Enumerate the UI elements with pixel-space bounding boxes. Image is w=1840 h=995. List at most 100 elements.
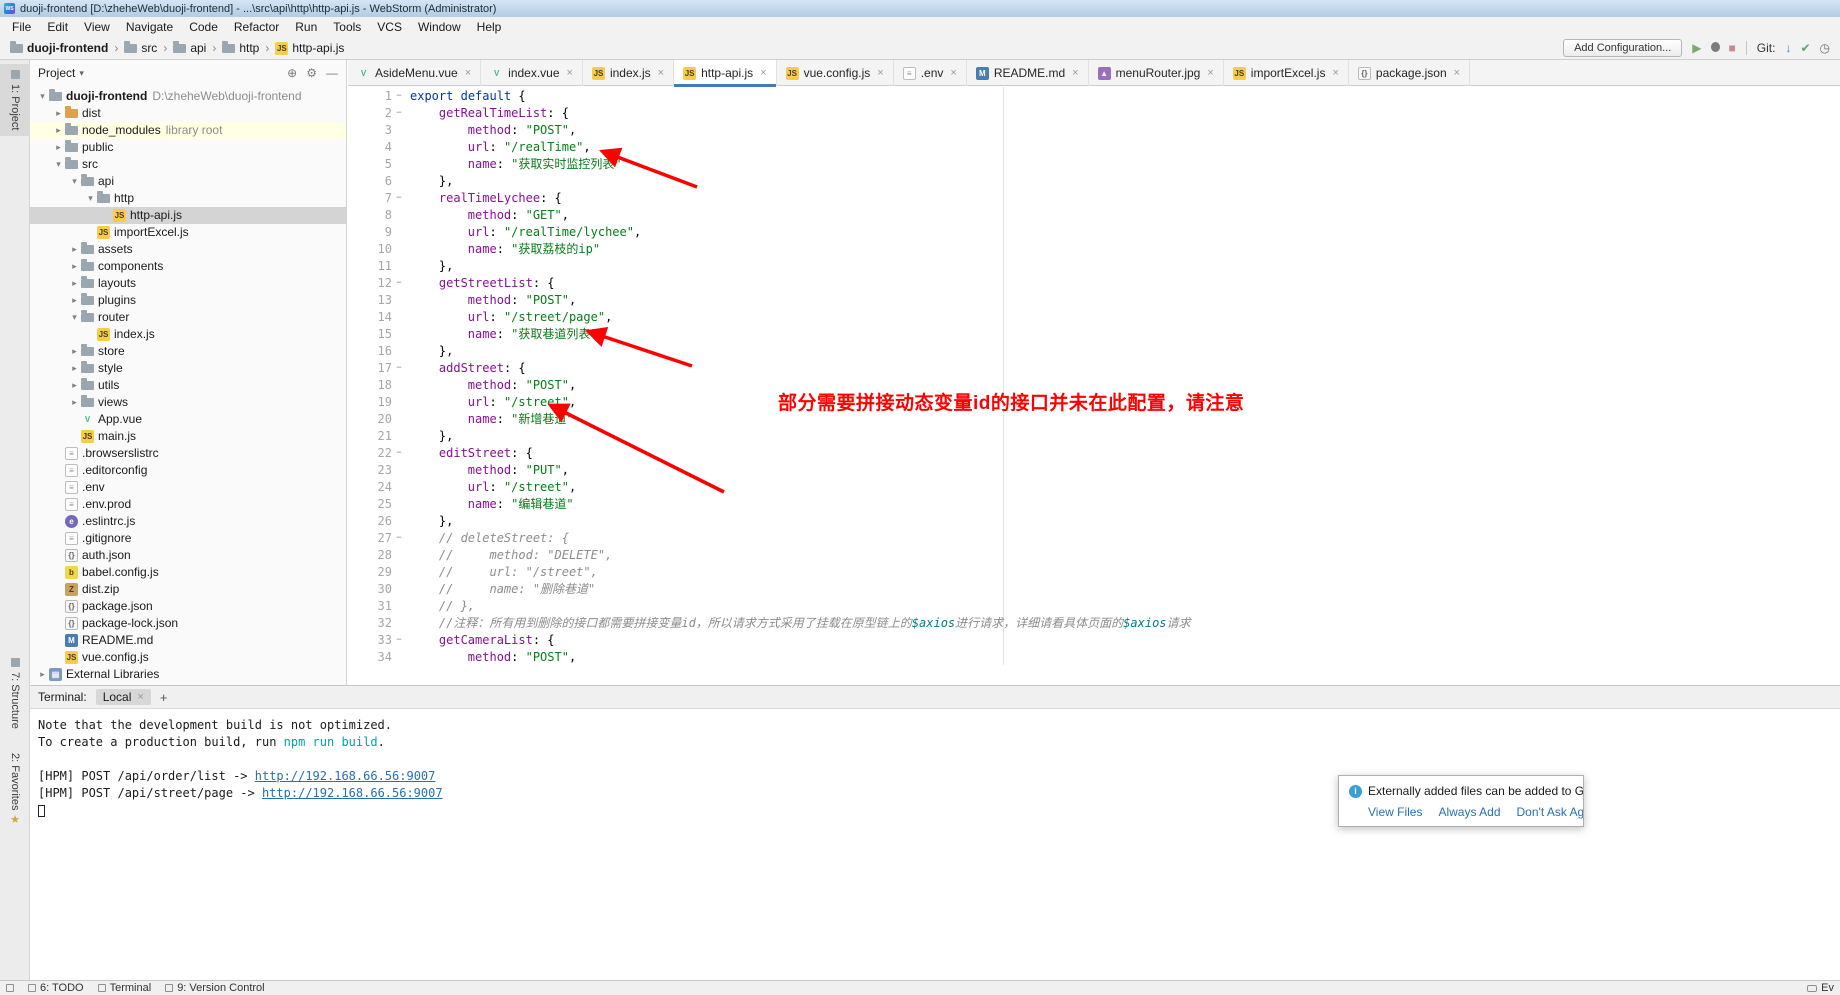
toolwindow-switcher-icon[interactable] [6,984,14,992]
close-tab-icon[interactable]: × [1207,67,1213,79]
menu-item-tools[interactable]: Tools [325,17,369,37]
tree-item-external-libraries[interactable]: ▸▤External Libraries [30,666,346,683]
close-tab-icon[interactable]: × [1072,67,1078,79]
chevron-collapsed-icon[interactable]: ▸ [68,275,81,292]
project-panel-title[interactable]: Project [38,66,75,80]
fold-marker-icon[interactable]: − [392,445,406,462]
breadcrumb-item-api[interactable]: api [173,41,206,55]
toolwindow-button-2-favorites[interactable]: 2: Favorites★ [0,747,30,832]
close-tab-icon[interactable]: × [1332,67,1338,79]
tree-item-assets[interactable]: ▸assets [30,241,346,258]
menu-item-file[interactable]: File [4,17,39,37]
tree-item-public[interactable]: ▸public [30,139,346,156]
chevron-expanded-icon[interactable]: ▾ [68,309,81,326]
chevron-down-icon[interactable]: ▾ [79,68,84,79]
chevron-collapsed-icon[interactable]: ▸ [68,394,81,411]
chevron-collapsed-icon[interactable]: ▸ [52,105,65,122]
history-button[interactable]: ◷ [1820,41,1830,55]
close-tab-icon[interactable]: × [1454,67,1460,79]
tree-item-components[interactable]: ▸components [30,258,346,275]
locate-icon[interactable]: ⊕ [287,66,297,80]
close-terminal-tab-icon[interactable]: × [137,691,143,703]
close-tab-icon[interactable]: × [658,67,664,79]
tab-asidemenu-vue[interactable]: VAsideMenu.vue× [348,60,481,86]
menu-item-code[interactable]: Code [181,17,226,37]
tab-package-json[interactable]: {}package.json× [1349,60,1470,86]
tree-item-http[interactable]: ▾http [30,190,346,207]
tree-item-env-prod[interactable]: ≡.env.prod [30,496,346,513]
tree-item-views[interactable]: ▸views [30,394,346,411]
tree-item-package-json[interactable]: {}package.json [30,598,346,615]
new-terminal-icon[interactable]: + [160,690,168,705]
event-log-button[interactable]: Ev [1807,982,1834,994]
chevron-collapsed-icon[interactable]: ▸ [68,377,81,394]
title-bar[interactable]: WS duoji-frontend [D:\zheheWeb\duoji-fro… [0,0,1840,17]
toolwindow-button-1-project[interactable]: 1: Project [0,64,30,136]
tree-item-store[interactable]: ▸store [30,343,346,360]
close-tab-icon[interactable]: × [465,67,471,79]
fold-marker-icon[interactable]: − [392,632,406,649]
close-tab-icon[interactable]: × [950,67,956,79]
toolwindow-button-7-structure[interactable]: 7: Structure [0,652,30,735]
status-item-terminal[interactable]: Terminal [98,982,152,994]
tree-item-eslintrc-js[interactable]: e.eslintrc.js [30,513,346,530]
chevron-collapsed-icon[interactable]: ▸ [68,343,81,360]
menu-item-vcs[interactable]: VCS [369,17,410,37]
chevron-collapsed-icon[interactable]: ▸ [68,258,81,275]
tab-menurouter-jpg[interactable]: ▲menuRouter.jpg× [1089,60,1224,86]
chevron-expanded-icon[interactable]: ▾ [36,88,49,105]
chevron-collapsed-icon[interactable]: ▸ [52,122,65,139]
fold-marker-icon[interactable]: − [392,105,406,122]
chevron-collapsed-icon[interactable]: ▸ [68,292,81,309]
menu-item-edit[interactable]: Edit [39,17,76,37]
settings-icon[interactable]: ⚙ [306,66,317,80]
tree-item-dist-zip[interactable]: Zdist.zip [30,581,346,598]
tree-item-utils[interactable]: ▸utils [30,377,346,394]
tree-item-package-lock-json[interactable]: {}package-lock.json [30,615,346,632]
fold-marker-icon[interactable]: − [392,190,406,207]
debug-button[interactable] [1711,41,1720,55]
tab-index-js[interactable]: JSindex.js× [583,60,674,86]
hide-icon[interactable]: — [326,66,338,80]
tree-item-readme-md[interactable]: MREADME.md [30,632,346,649]
close-tab-icon[interactable]: × [567,67,573,79]
tab-importexcel-js[interactable]: JSimportExcel.js× [1224,60,1349,86]
tree-item-plugins[interactable]: ▸plugins [30,292,346,309]
tab-index-vue[interactable]: Vindex.vue× [481,60,583,86]
fold-marker-icon[interactable]: − [392,360,406,377]
breadcrumb-item-http[interactable]: http [222,41,259,55]
tree-item-importexcel-js[interactable]: JSimportExcel.js [30,224,346,241]
chevron-collapsed-icon[interactable]: ▸ [52,139,65,156]
commit-button[interactable]: ✔ [1800,41,1810,55]
fold-marker-icon[interactable]: − [392,275,406,292]
tree-item-dist[interactable]: ▸dist [30,105,346,122]
add-configuration-button[interactable]: Add Configuration... [1563,39,1682,57]
tree-item-env[interactable]: ≡.env [30,479,346,496]
code-editor[interactable]: 1−export default {2− getRealTimeList: {3… [348,87,1840,685]
tab-env[interactable]: ≡.env× [894,60,967,86]
menu-item-refactor[interactable]: Refactor [226,17,287,37]
terminal-tab-local[interactable]: Local × [96,689,151,705]
tab-http-api-js[interactable]: JShttp-api.js× [674,60,776,86]
menu-item-help[interactable]: Help [469,17,510,37]
status-item-9-version-control[interactable]: 9: Version Control [165,982,264,994]
update-project-button[interactable]: ↓ [1785,41,1791,55]
fold-marker-icon[interactable]: − [392,530,406,547]
notification-action-don-t-ask-agai[interactable]: Don't Ask Agai [1517,805,1584,819]
chevron-expanded-icon[interactable]: ▾ [84,190,97,207]
tree-item-http-api-js[interactable]: JShttp-api.js [30,207,346,224]
tree-item-src[interactable]: ▾src [30,156,346,173]
chevron-expanded-icon[interactable]: ▾ [68,173,81,190]
tree-item-auth-json[interactable]: {}auth.json [30,547,346,564]
breadcrumb-item-duoji-frontend[interactable]: duoji-frontend [10,41,108,55]
tree-item-router[interactable]: ▾router [30,309,346,326]
tree-item-style[interactable]: ▸style [30,360,346,377]
tree-item-editorconfig[interactable]: ≡.editorconfig [30,462,346,479]
tree-item-layouts[interactable]: ▸layouts [30,275,346,292]
breadcrumb-item-src[interactable]: src [124,41,157,55]
tree-item-index-js[interactable]: JSindex.js [30,326,346,343]
chevron-expanded-icon[interactable]: ▾ [52,156,65,173]
tree-item-babel-config-js[interactable]: bbabel.config.js [30,564,346,581]
run-button[interactable]: ▶ [1692,41,1701,55]
notification-action-view-files[interactable]: View Files [1368,805,1422,819]
